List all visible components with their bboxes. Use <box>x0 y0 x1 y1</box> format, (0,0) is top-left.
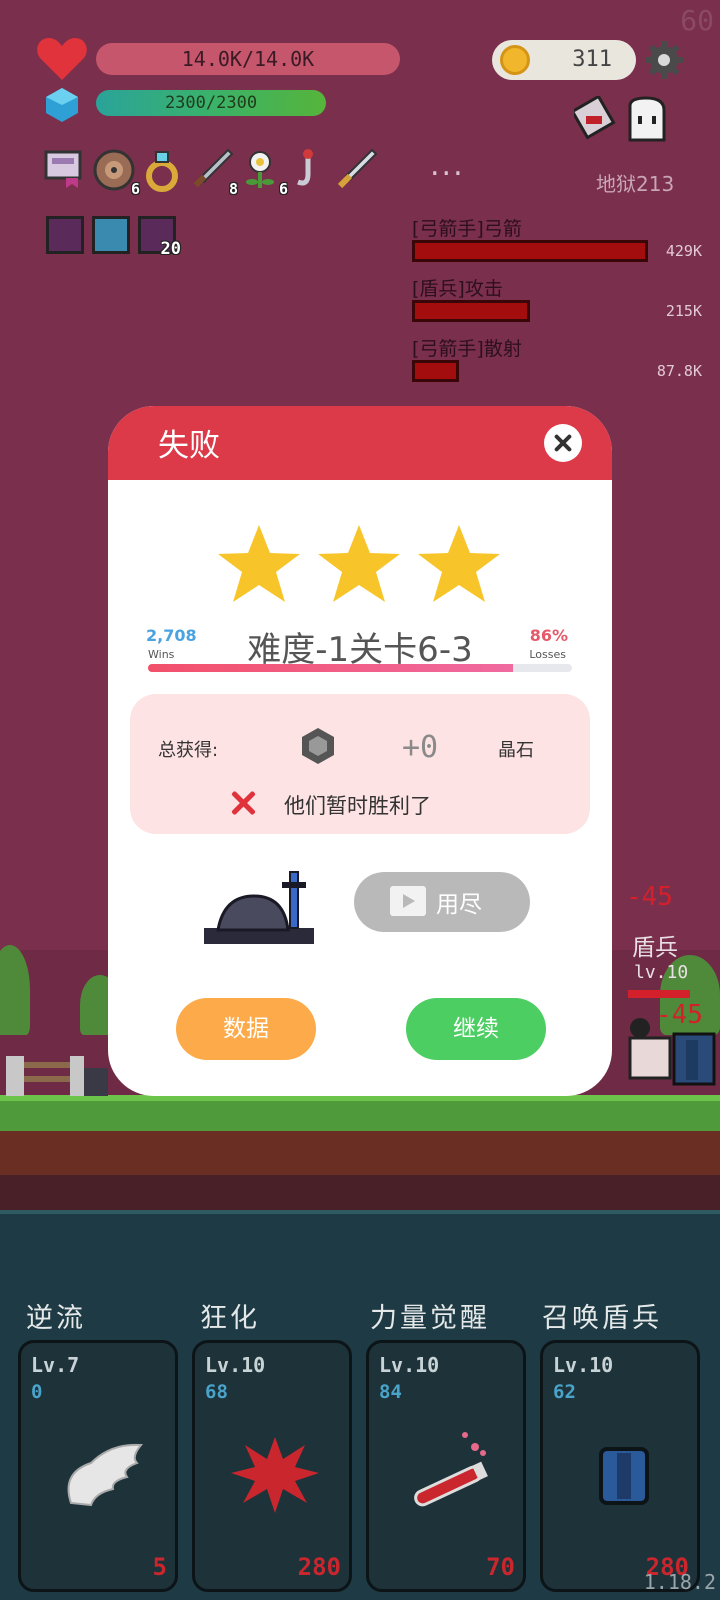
watch-video-button[interactable]: 用尽 <box>354 872 530 932</box>
enemy-level: lv.10 <box>634 962 689 983</box>
grass-ground <box>0 1095 720 1131</box>
star-icon <box>418 525 500 602</box>
reward-unit: 晶石 <box>498 740 534 761</box>
damage-source-name: [弓箭手]弓箭 <box>412 218 522 240</box>
video-icon <box>390 886 426 916</box>
reward-amount: +0 <box>402 730 439 765</box>
skill-count: 0 <box>31 1381 43 1403</box>
losses-value: 86% <box>529 626 568 645</box>
damage-row: [弓箭手]散射 87.8K <box>410 334 710 394</box>
hell-level-label: 地狱213 <box>596 172 675 196</box>
damage-source-name: [弓箭手]散射 <box>412 338 522 360</box>
shield-soldier-sprite <box>628 1018 716 1086</box>
continue-button[interactable]: 继续 <box>406 998 546 1060</box>
skill-title: 召唤盾兵 <box>542 1303 662 1334</box>
damage-value: 87.8K <box>656 362 702 380</box>
gear-icon[interactable] <box>644 40 684 80</box>
fps-counter: 60 <box>680 4 714 37</box>
tombstone-icon <box>204 871 314 944</box>
skill-cost: 5 <box>152 1553 167 1581</box>
more-items-button[interactable]: ... <box>430 148 465 183</box>
damage-value: 215K <box>665 302 702 320</box>
fail-x-icon <box>230 790 256 816</box>
skill-card-power-awaken[interactable]: Lv.10 84 70 <box>366 1340 526 1592</box>
damage-bar <box>412 360 459 382</box>
blood-splat-icon <box>231 1437 319 1513</box>
damage-source-name: [盾兵]攻击 <box>412 278 503 300</box>
coin-counter: 311 <box>492 40 636 80</box>
shield-summon-icon <box>599 1447 649 1505</box>
skill-card-berserk[interactable]: Lv.10 68 280 <box>192 1340 352 1592</box>
skill-card-summon-shield[interactable]: Lv.10 62 280 <box>540 1340 700 1592</box>
fence-sprite <box>6 1056 108 1096</box>
skill-level: Lv.10 <box>205 1353 266 1377</box>
light-buff-icon[interactable] <box>92 216 130 254</box>
damage-ranking: [弓箭手]弓箭 429K [盾兵]攻击 215K [弓箭手]散射 87.8K <box>410 214 710 394</box>
dialog-title: 失败 <box>158 428 220 464</box>
reward-box: 总获得: +0 晶石 他们暂时胜利了 <box>130 694 590 834</box>
sword-icon[interactable]: 8 <box>190 148 238 198</box>
health-bar: 14.0K/14.0K <box>96 43 400 75</box>
skill-count: 62 <box>553 1381 576 1403</box>
skill-level: Lv.10 <box>553 1353 614 1377</box>
star-rating <box>218 525 500 602</box>
damage-row: [弓箭手]弓箭 429K <box>410 214 710 274</box>
banner-icon[interactable] <box>44 148 88 194</box>
skill-cost: 70 <box>486 1553 515 1581</box>
skill-count: 68 <box>205 1381 228 1403</box>
mana-gem-icon <box>46 88 78 122</box>
star-icon <box>218 525 300 602</box>
mana-text: 2300/2300 <box>164 93 258 113</box>
enemy-health-bar <box>628 990 690 998</box>
star-icon <box>318 525 400 602</box>
skill-title: 狂化 <box>200 1303 260 1334</box>
defeat-dialog: 失败 2,708 Wins 难度-1关卡6-3 86% Losses 总获得: … <box>108 406 612 1096</box>
skill-title: 力量觉醒 <box>370 1303 490 1334</box>
damage-row: [盾兵]攻击 215K <box>410 274 710 334</box>
skill-card-nili[interactable]: Lv.7 0 5 <box>18 1340 178 1592</box>
version-label: 1.18.2 <box>643 1570 716 1594</box>
losses-label: Losses <box>529 648 566 661</box>
ring-icon[interactable] <box>142 148 186 194</box>
fail-message: 他们暂时胜利了 <box>284 794 431 818</box>
dialog-header: 失败 <box>108 406 612 480</box>
skill-title: 逆流 <box>26 1303 86 1334</box>
item-count: 6 <box>278 180 288 198</box>
demon-buff-icon[interactable] <box>46 216 84 254</box>
heart-icon <box>37 38 87 80</box>
dagger-icon[interactable] <box>334 148 378 194</box>
item-count: 8 <box>228 180 238 198</box>
dark-dirt-ground <box>0 1175 720 1211</box>
crystal-icon <box>302 728 334 764</box>
skill-level: Lv.10 <box>379 1353 440 1377</box>
video-button-label: 用尽 <box>436 892 482 918</box>
buff-count: 20 <box>160 239 181 259</box>
skill-count: 84 <box>379 1381 402 1403</box>
close-button[interactable] <box>544 424 582 462</box>
damage-value: 429K <box>665 242 702 260</box>
shield-icon[interactable]: 6 <box>92 148 140 198</box>
hook-icon[interactable] <box>288 148 332 194</box>
item-count: 6 <box>130 180 140 198</box>
coin-value: 311 <box>572 47 612 72</box>
mana-bar: 2300/2300 <box>96 90 326 116</box>
progress-fill <box>148 664 513 672</box>
wing-icon <box>67 1443 144 1507</box>
enemy-name: 盾兵 <box>632 935 678 961</box>
demon-stack-icon[interactable]: 20 <box>138 216 181 259</box>
enemy-damage-number: -45 <box>626 882 673 912</box>
potion-icon <box>414 1432 488 1507</box>
damage-bar <box>412 240 648 262</box>
damage-bar <box>412 300 530 322</box>
data-button[interactable]: 数据 <box>176 998 316 1060</box>
flower-icon[interactable]: 6 <box>240 148 288 198</box>
reward-label: 总获得: <box>158 740 219 761</box>
boss-icons <box>574 96 666 142</box>
skill-cost: 280 <box>297 1553 341 1581</box>
health-text: 14.0K/14.0K <box>181 47 315 71</box>
coin-icon <box>500 45 530 75</box>
win-loss-progress <box>148 664 572 672</box>
skill-level: Lv.7 <box>31 1353 80 1377</box>
